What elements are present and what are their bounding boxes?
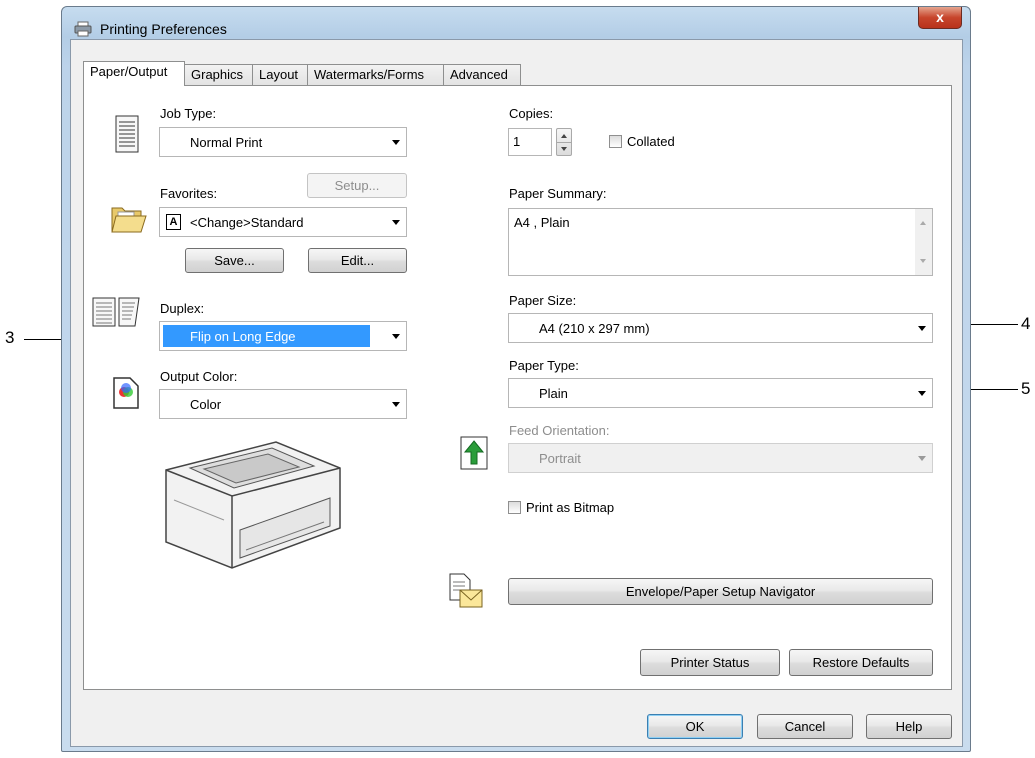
close-button[interactable]: x — [918, 7, 962, 29]
tab-advanced[interactable]: Advanced — [443, 64, 521, 85]
chevron-down-icon[interactable] — [561, 147, 567, 151]
job-type-dropdown[interactable]: Normal Print — [159, 127, 407, 157]
duplex-icon — [92, 297, 140, 327]
restore-defaults-button[interactable]: Restore Defaults — [789, 649, 933, 676]
chevron-up-icon[interactable] — [561, 134, 567, 138]
ok-button[interactable]: OK — [647, 714, 743, 739]
favorites-value: <Change>Standard — [190, 215, 304, 230]
paper-output-panel: Job Type: Normal Print Favorites: Setup.… — [83, 85, 952, 690]
favorites-dropdown[interactable]: A <Change>Standard — [159, 207, 407, 237]
dialog-client: Paper/Output Graphics Layout Watermarks/… — [70, 39, 963, 747]
paper-size-value: A4 (210 x 297 mm) — [539, 321, 650, 336]
duplex-dropdown[interactable]: Flip on Long Edge — [159, 321, 407, 351]
tab-paper-output[interactable]: Paper/Output — [83, 61, 185, 86]
print-as-bitmap-label: Print as Bitmap — [526, 500, 615, 515]
folder-icon — [111, 207, 147, 233]
tab-layout[interactable]: Layout — [252, 64, 308, 85]
output-color-value: Color — [190, 397, 222, 412]
tab-watermarks-forms[interactable]: Watermarks/Forms — [307, 64, 444, 85]
tab-graphics[interactable]: Graphics — [184, 64, 253, 85]
copies-label: Copies: — [509, 106, 554, 121]
output-color-label: Output Color: — [160, 369, 238, 384]
chevron-down-icon — [392, 334, 400, 339]
printer-status-button[interactable]: Printer Status — [640, 649, 780, 676]
window-title: Printing Preferences — [100, 21, 227, 37]
printer-icon — [74, 21, 92, 37]
favorites-label: Favorites: — [160, 186, 218, 201]
copies-input[interactable]: 1 — [508, 128, 552, 156]
paper-type-dropdown[interactable]: Plain — [508, 378, 933, 408]
paper-type-value: Plain — [539, 386, 568, 401]
paper-type-label: Paper Type: — [509, 358, 579, 373]
copies-stepper[interactable] — [556, 128, 572, 156]
chevron-down-icon — [392, 220, 400, 225]
envelope-paper-setup-navigator-button[interactable]: Envelope/Paper Setup Navigator — [508, 578, 933, 605]
chevron-down-icon — [392, 140, 400, 145]
save-button[interactable]: Save... — [185, 248, 284, 273]
help-button[interactable]: Help — [866, 714, 952, 739]
envelope-navigator-icon — [449, 573, 483, 608]
setup-button[interactable]: Setup... — [307, 173, 407, 198]
feed-orientation-value: Portrait — [539, 451, 581, 466]
chevron-down-icon — [918, 456, 926, 461]
printing-preferences-window: Printing Preferences x Paper/Output Grap… — [61, 6, 971, 752]
printer-illustration — [165, 441, 341, 569]
callout-3: 3 — [5, 328, 15, 347]
job-type-label: Job Type: — [160, 106, 217, 121]
paper-summary-label: Paper Summary: — [509, 186, 607, 201]
output-color-dropdown[interactable]: Color — [159, 389, 407, 419]
chevron-down-icon — [392, 402, 400, 407]
cancel-button[interactable]: Cancel — [757, 714, 853, 739]
up-arrow-icon — [460, 436, 488, 470]
edit-button[interactable]: Edit... — [308, 248, 407, 273]
collated-label: Collated — [627, 134, 675, 149]
duplex-label: Duplex: — [160, 301, 205, 316]
document-icon — [115, 115, 139, 153]
collated-checkbox[interactable] — [609, 135, 622, 148]
duplex-value: Flip on Long Edge — [190, 329, 296, 344]
paper-summary-value: A4 , Plain — [514, 215, 570, 230]
feed-orientation-dropdown[interactable]: Portrait — [508, 443, 933, 473]
print-as-bitmap-checkbox[interactable] — [508, 501, 521, 514]
scroll-down-icon[interactable] — [920, 259, 926, 263]
feed-orientation-label: Feed Orientation: — [509, 423, 610, 438]
paper-size-dropdown[interactable]: A4 (210 x 297 mm) — [508, 313, 933, 343]
paper-size-label: Paper Size: — [509, 293, 577, 308]
chevron-down-icon — [918, 326, 926, 331]
chevron-down-icon — [918, 391, 926, 396]
callout-4: 4 — [1021, 314, 1031, 333]
job-type-value: Normal Print — [190, 135, 263, 150]
paper-summary-box: A4 , Plain — [508, 208, 933, 276]
color-page-icon — [113, 377, 139, 409]
scroll-up-icon[interactable] — [920, 221, 926, 225]
callout-5: 5 — [1021, 379, 1031, 398]
paper-summary-scrollbar[interactable] — [915, 209, 932, 275]
standard-prefix-icon: A — [166, 214, 181, 230]
